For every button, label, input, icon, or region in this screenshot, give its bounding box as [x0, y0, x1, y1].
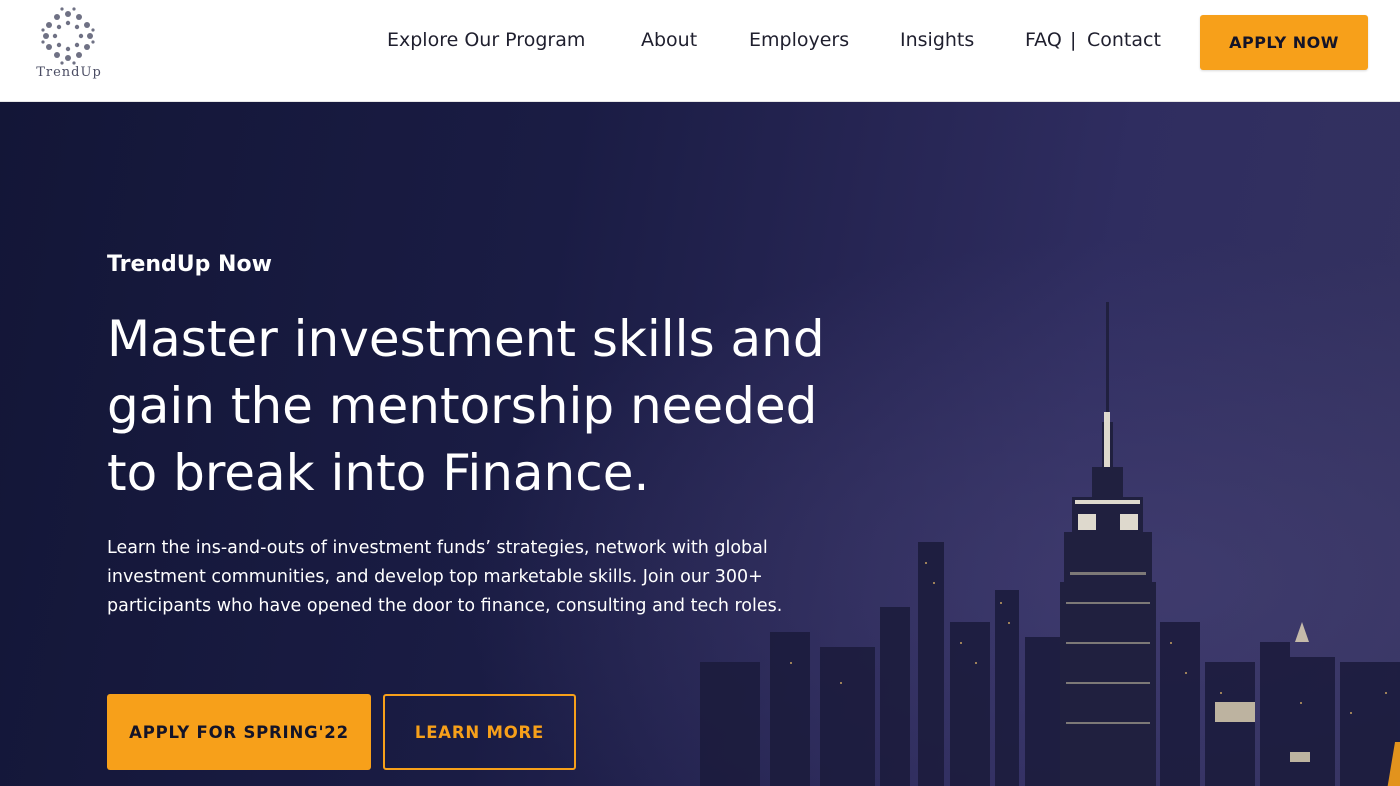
nav-explore-our-program[interactable]: Explore Our Program [387, 29, 585, 51]
nav-faq[interactable]: FAQ [1025, 29, 1062, 51]
hero-section: TrendUp Now Master investment skills and… [0, 102, 1400, 786]
site-header: TrendUp Explore Our Program About Employ… [0, 0, 1400, 102]
nav-insights[interactable]: Insights [900, 29, 974, 51]
hero-eyebrow: TrendUp Now [107, 252, 272, 277]
nav-employers[interactable]: Employers [749, 29, 849, 51]
nav-contact[interactable]: Contact [1087, 29, 1161, 51]
learn-more-button[interactable]: LEARN MORE [383, 694, 576, 770]
nav-separator: | [1070, 29, 1077, 51]
apply-now-button[interactable]: APPLY NOW [1200, 15, 1368, 70]
nav-about[interactable]: About [641, 29, 697, 51]
hero-description: Learn the ins-and-outs of investment fun… [107, 538, 783, 616]
hero-headline: Master investment skills and gain the me… [107, 310, 825, 502]
main-nav: Explore Our Program About Employers Insi… [0, 0, 1400, 84]
apply-for-spring-button[interactable]: APPLY FOR SPRING'22 [107, 694, 371, 770]
